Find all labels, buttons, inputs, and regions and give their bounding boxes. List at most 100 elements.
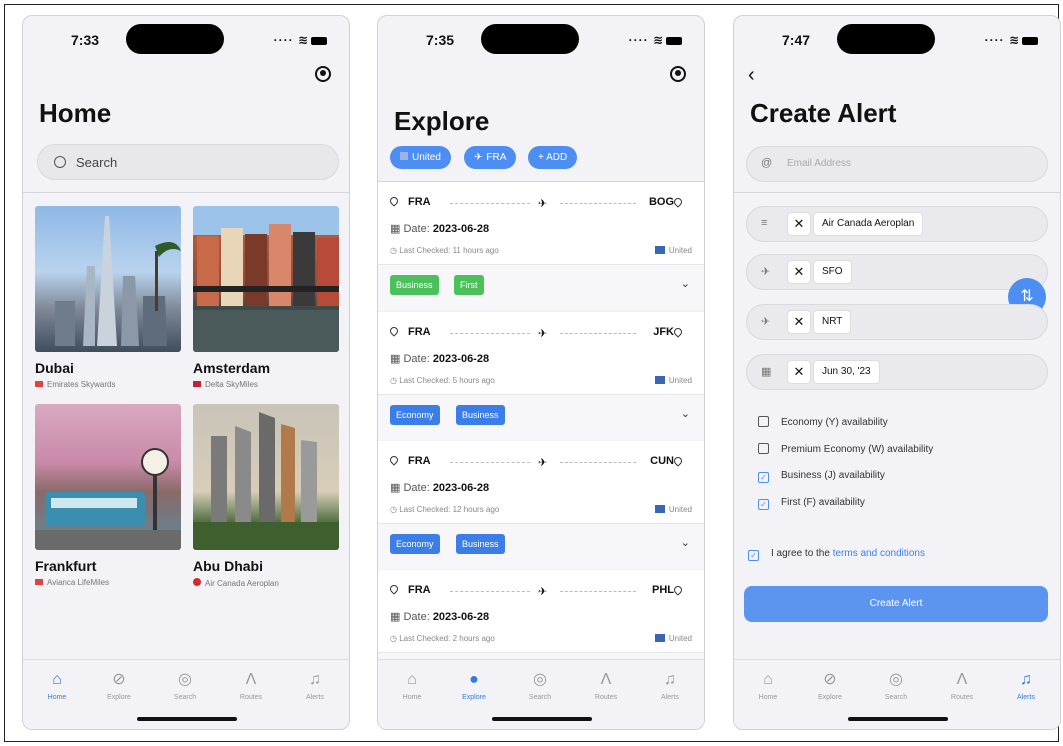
program-field[interactable]: ≡ ✕ Air Canada Aeroplan xyxy=(746,206,1048,242)
clear-origin-button[interactable]: ✕ xyxy=(787,260,811,284)
tab-search[interactable]: ◎ Search xyxy=(866,670,926,701)
clock-icon: ◷ xyxy=(390,246,400,255)
tab-alerts[interactable]: ♫ Alerts xyxy=(640,670,700,701)
terms-link[interactable]: terms and conditions xyxy=(833,548,925,559)
terms-agreement[interactable]: ✓ I agree to the terms and conditions xyxy=(748,548,925,561)
fare-tag: First xyxy=(454,275,484,295)
date-field[interactable]: ▦ ✕ Jun 30, '23 xyxy=(746,354,1048,390)
option-economy[interactable]: Economy (Y) availability xyxy=(758,416,888,428)
dynamic-island xyxy=(837,24,935,54)
chevron-down-icon[interactable]: ⌄ xyxy=(681,407,690,420)
search-icon: ◎ xyxy=(178,671,192,688)
email-field[interactable]: @ Email Address xyxy=(746,146,1048,182)
origin-code: FRA xyxy=(408,584,431,596)
tab-explore[interactable]: ⊘ Explore xyxy=(800,670,860,701)
tab-routes[interactable]: Λ Routes xyxy=(576,670,636,701)
fare-row[interactable]: Economy Business ⌄ xyxy=(378,394,704,440)
origin-code: FRA xyxy=(408,326,431,338)
tab-home[interactable]: ⌂ Home xyxy=(382,670,442,701)
location-pin-icon xyxy=(388,325,400,337)
emirates-logo-icon xyxy=(35,381,43,387)
option-first[interactable]: ✓ First (F) availability xyxy=(758,497,865,510)
destination-field[interactable]: ✈ ✕ NRT xyxy=(746,304,1048,340)
clear-program-button[interactable]: ✕ xyxy=(787,212,811,236)
create-alert-screen: 7:47 ···· ≋ ‹ Create Alert @ Email Addre… xyxy=(733,15,1061,730)
explore-screen: 7:35 ···· ≋ Explore United ✈ FRA + ADD FR… xyxy=(377,15,705,730)
airline-label: United xyxy=(654,634,692,643)
flight-card[interactable]: FRA ✈ JFK ▦ Date: 2023-06-28 ◷ Last Checke… xyxy=(378,312,704,440)
search-icon: ◎ xyxy=(889,671,903,688)
profile-icon[interactable] xyxy=(670,66,686,82)
divider xyxy=(23,192,349,193)
checkbox[interactable] xyxy=(758,416,769,427)
search-input[interactable]: Search xyxy=(37,144,339,180)
tab-alerts[interactable]: ♫ Alerts xyxy=(996,670,1056,701)
signal-wifi-battery-icon: ···· ≋ xyxy=(985,33,1038,47)
airline-label: United xyxy=(654,246,692,255)
checkbox-checked[interactable]: ✓ xyxy=(758,472,769,483)
add-filter-button[interactable]: + ADD xyxy=(528,146,578,169)
house-icon: ⌂ xyxy=(407,671,417,688)
air-canada-logo-icon xyxy=(193,578,201,586)
city-name: Abu Dhabi xyxy=(193,558,263,574)
flight-card[interactable]: FRA ✈ BOG ▦ Date: 2023-06-28 ◷ Last Checke… xyxy=(378,182,704,310)
divider xyxy=(734,192,1060,193)
create-alert-button[interactable]: Create Alert xyxy=(744,586,1048,622)
search-icon: ◎ xyxy=(533,671,547,688)
city-name: Amsterdam xyxy=(193,360,271,376)
back-chevron-icon[interactable]: ‹ xyxy=(748,64,755,87)
tab-explore[interactable]: ⊘ Explore xyxy=(89,670,149,701)
city-name: Dubai xyxy=(35,360,74,376)
fare-row[interactable]: Business First ⌄ xyxy=(378,264,704,310)
tab-search[interactable]: ◎ Search xyxy=(155,670,215,701)
status-bar: 7:47 ···· ≋ xyxy=(734,16,1060,66)
flight-card[interactable]: FRA ✈ CUN ▦ Date: 2023-06-28 ◷ Last Checke… xyxy=(378,441,704,569)
page-title: Home xyxy=(39,98,112,128)
search-icon xyxy=(54,156,66,168)
chevron-down-icon[interactable]: ⌄ xyxy=(681,277,690,290)
united-logo-icon xyxy=(654,246,665,254)
city-program: Emirates Skywards xyxy=(35,380,181,389)
status-time: 7:33 xyxy=(71,32,100,48)
clear-date-button[interactable]: ✕ xyxy=(787,360,811,384)
origin-code: FRA xyxy=(408,455,431,467)
option-premium-economy[interactable]: Premium Economy (W) availability xyxy=(758,443,933,455)
calendar-icon: ▦ xyxy=(390,223,404,235)
chevron-down-icon[interactable]: ⌄ xyxy=(681,536,690,549)
tab-alerts[interactable]: ♫ Alerts xyxy=(285,670,345,701)
clear-destination-button[interactable]: ✕ xyxy=(787,310,811,334)
tab-home[interactable]: ⌂ Home xyxy=(27,670,87,701)
clock-icon: ◷ xyxy=(390,376,400,385)
tab-routes[interactable]: Λ Routes xyxy=(221,670,281,701)
city-card-abu-dhabi[interactable]: Abu Dhabi Air Canada Aeroplan xyxy=(193,404,339,588)
city-card-amsterdam[interactable]: Amsterdam Delta SkyMiles xyxy=(193,206,339,389)
fare-tag: Business xyxy=(456,534,505,554)
tab-home[interactable]: ⌂ Home xyxy=(738,670,798,701)
email-placeholder: Email Address xyxy=(787,158,851,169)
status-bar: 7:33 ···· ≋ xyxy=(23,16,349,66)
profile-icon[interactable] xyxy=(315,66,331,82)
checkbox-checked[interactable]: ✓ xyxy=(758,499,769,510)
checkbox[interactable] xyxy=(758,443,769,454)
signal-wifi-battery-icon: ···· ≋ xyxy=(629,33,682,47)
tab-routes[interactable]: Λ Routes xyxy=(932,670,992,701)
origin-filter-chip[interactable]: ✈ FRA xyxy=(464,146,517,169)
origin-field[interactable]: ✈ ✕ SFO xyxy=(746,254,1048,290)
united-logo-icon xyxy=(654,376,665,384)
house-icon: ⌂ xyxy=(52,671,62,688)
checkbox-checked[interactable]: ✓ xyxy=(748,550,759,561)
tab-search[interactable]: ◎ Search xyxy=(510,670,570,701)
last-checked: ◷ Last Checked: 5 hours ago xyxy=(390,376,495,385)
compass-icon: ● xyxy=(469,671,479,688)
program-value: Air Canada Aeroplan xyxy=(813,212,924,236)
tab-explore[interactable]: ● Explore xyxy=(444,670,504,701)
compass-icon: ⊘ xyxy=(823,671,837,688)
option-business[interactable]: ✓ Business (J) availability xyxy=(758,470,885,483)
location-pin-icon xyxy=(388,454,400,466)
location-pin-icon xyxy=(672,196,684,208)
airline-filter-chip[interactable]: United xyxy=(390,146,451,169)
fare-row[interactable]: Economy Business ⌄ xyxy=(378,523,704,569)
city-card-frankfurt[interactable]: Frankfurt Avianca LifeMiles xyxy=(35,404,181,587)
city-card-dubai[interactable]: Dubai Emirates Skywards xyxy=(35,206,181,389)
location-pin-icon xyxy=(672,584,684,596)
